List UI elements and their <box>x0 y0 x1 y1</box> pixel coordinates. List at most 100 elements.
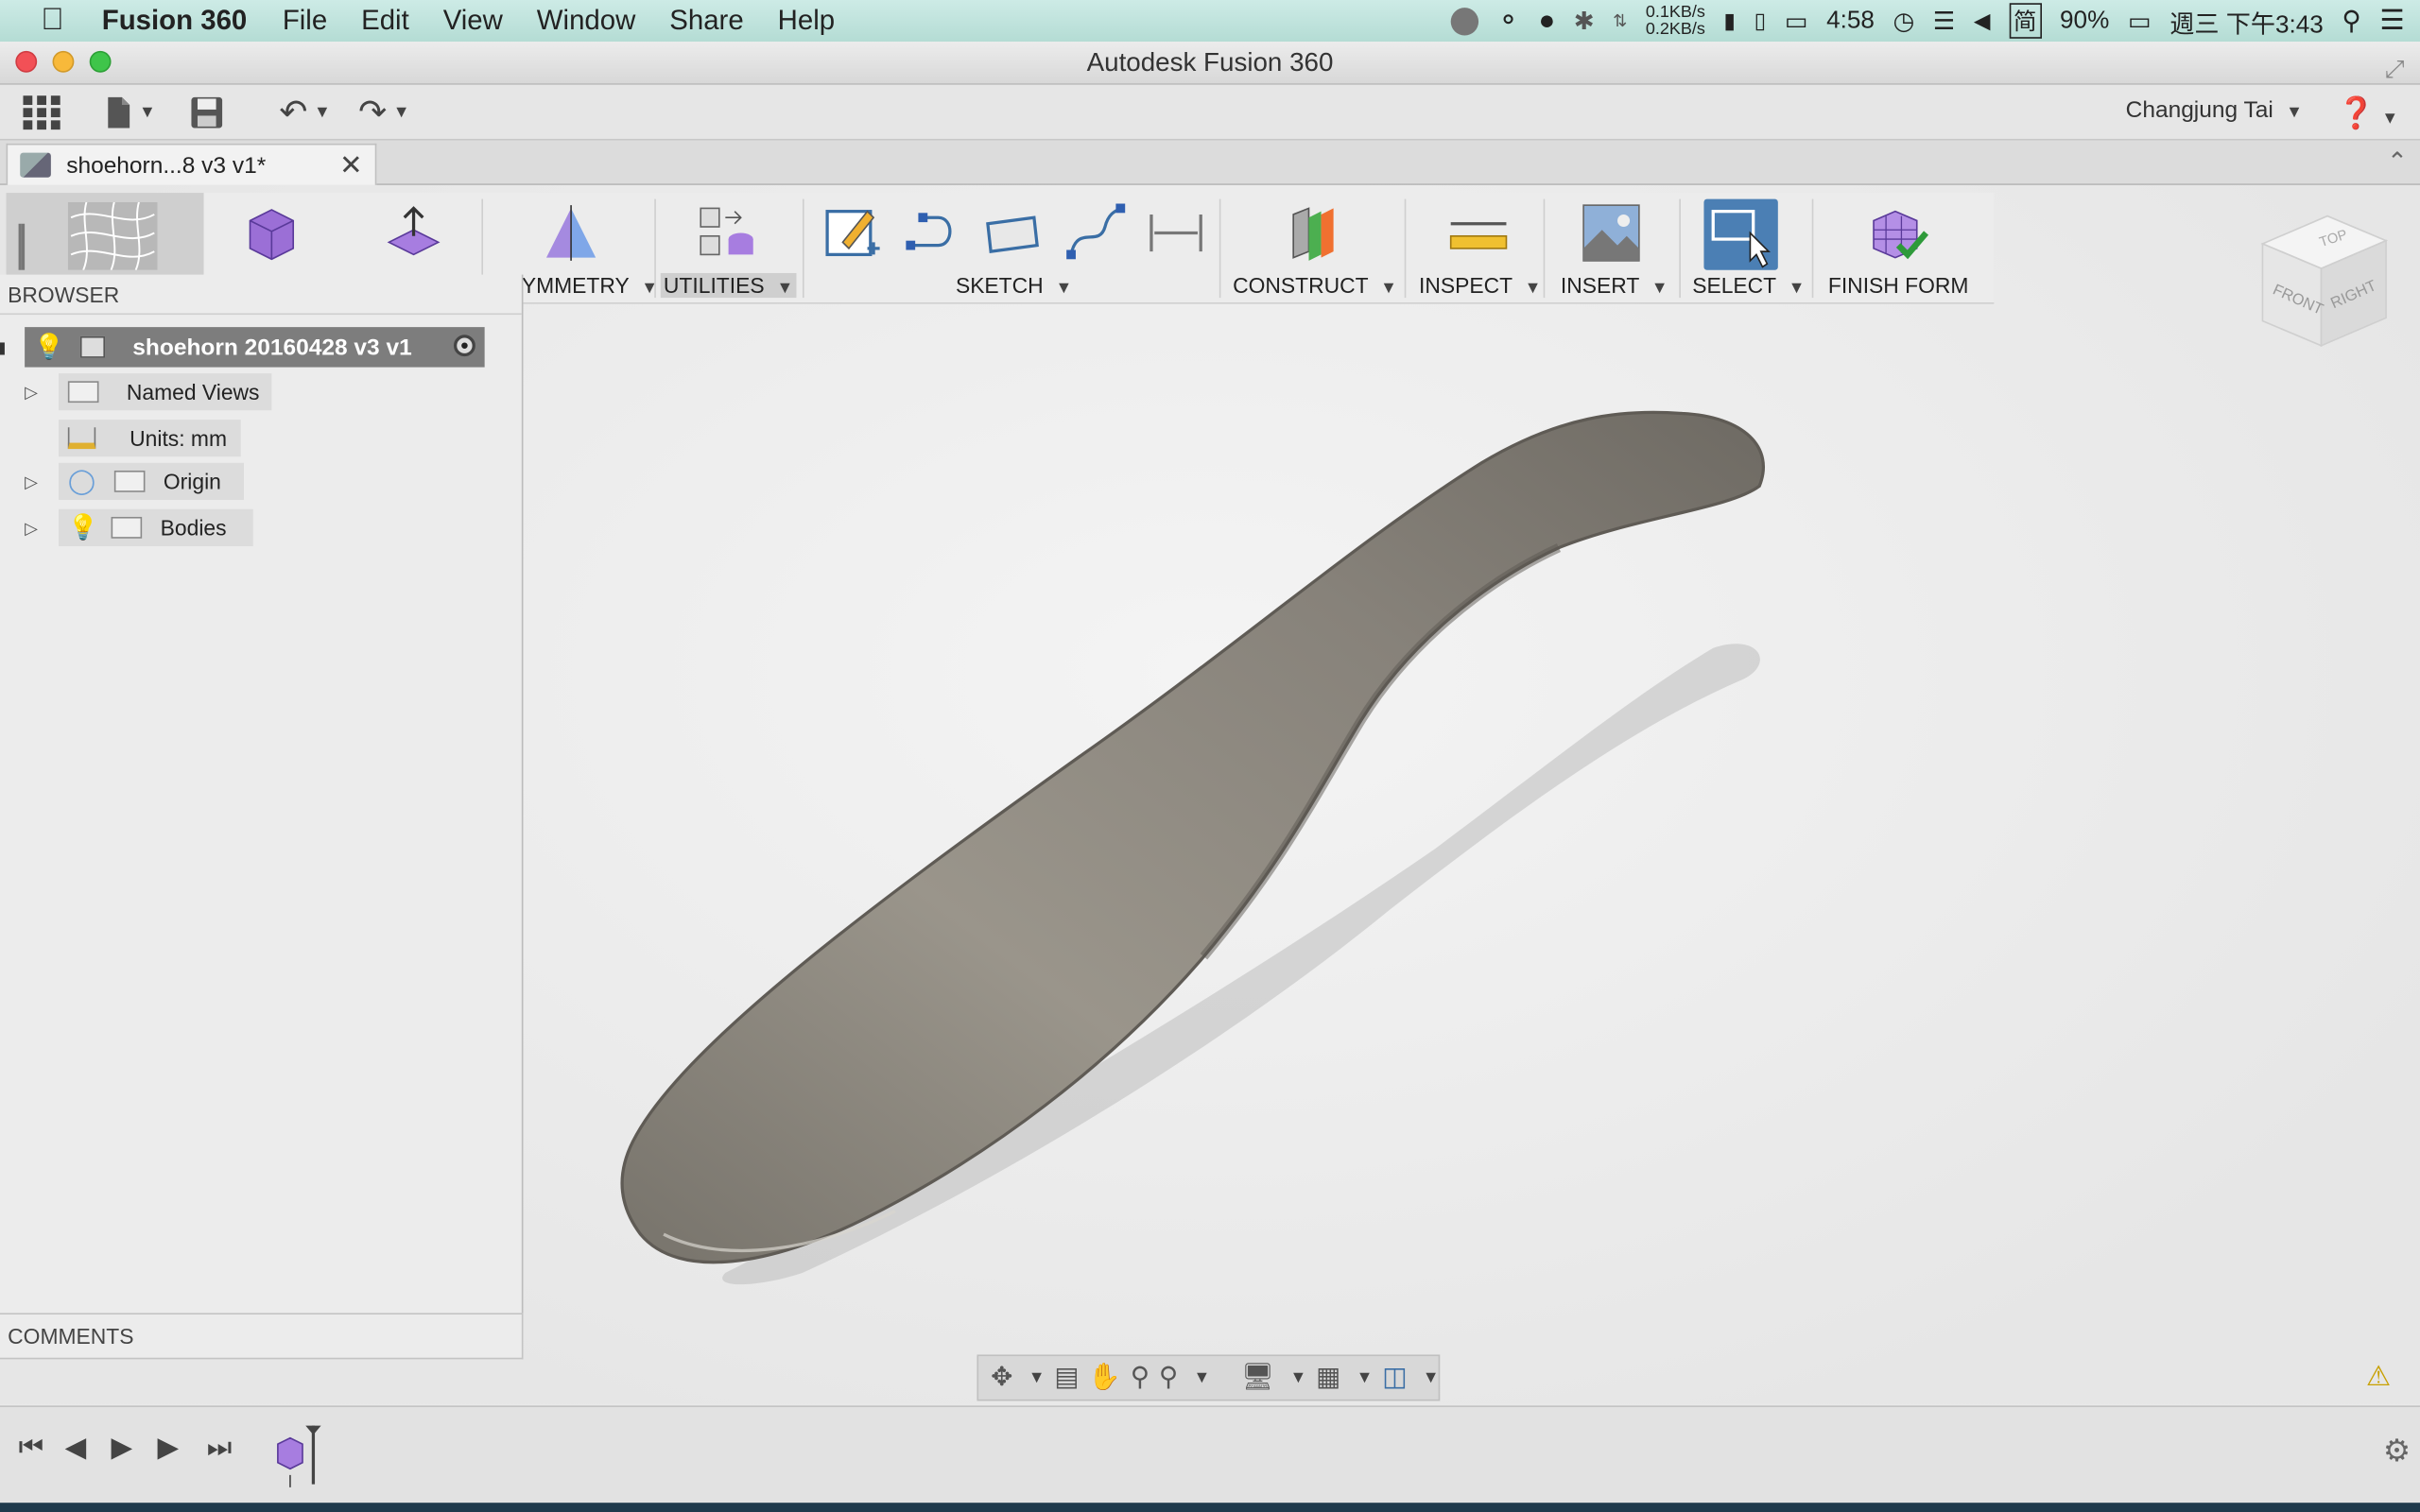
line-icon[interactable] <box>1450 7 1478 35</box>
inspect-group[interactable]: INSPECT ▼ <box>1410 193 1549 304</box>
chevron-up-icon[interactable]: ⌃ <box>2387 146 2408 178</box>
utilities-group[interactable]: UTILITIES ▼ <box>651 193 797 304</box>
chevron-down-icon[interactable]: ▼ <box>1028 1368 1046 1387</box>
minimize-window-button[interactable] <box>52 50 75 73</box>
display-settings-icon[interactable]: 🖥 <box>1241 1363 1274 1394</box>
bluetooth-icon[interactable]: ✱ <box>1574 6 1595 37</box>
comments-panel[interactable]: COMMENTS <box>0 1313 524 1360</box>
save-button[interactable] <box>190 94 224 129</box>
browser-node-units[interactable]: Units: mm <box>59 420 241 457</box>
user-menu[interactable]: Changjung Tai ▼ <box>2126 97 2303 124</box>
ribbon-separator <box>1811 198 1814 299</box>
grid-settings-icon[interactable]: ▦ <box>1316 1363 1340 1394</box>
wifi-icon[interactable]: ☰ <box>1933 6 1955 37</box>
view-cube-icon: TOP FRONT RIGHT <box>2260 215 2389 347</box>
pan-icon[interactable]: ✋ <box>1088 1363 1121 1394</box>
sensor-icon[interactable]: ⇅ <box>1613 10 1627 31</box>
named-views-label: Named Views <box>126 379 260 404</box>
app-menu[interactable]: Fusion 360 <box>102 5 248 37</box>
alfred-icon[interactable]: ● <box>1538 5 1555 37</box>
select-group[interactable]: SELECT ▼ <box>1685 193 1812 304</box>
file-menu-button[interactable]: ▼ <box>105 94 156 129</box>
data-panel-button[interactable] <box>22 94 61 130</box>
viewports-icon[interactable]: ◫ <box>1382 1363 1407 1394</box>
activate-radio-icon[interactable] <box>453 335 475 357</box>
browser-root-node[interactable]: 💡 shoehorn 20160428 v3 v1 <box>25 327 485 368</box>
help-icon: ❓ <box>2337 96 2376 131</box>
go-to-end-icon[interactable]: ⏭ <box>207 1432 232 1464</box>
file-icon <box>108 96 130 128</box>
expand-triangle-icon[interactable]: ▷ <box>25 519 38 539</box>
lightbulb-icon[interactable]: 💡 <box>34 332 65 363</box>
zoom-icon[interactable]: ⚲ <box>1131 1363 1150 1394</box>
symmetry-icon <box>545 205 596 261</box>
construct-label: CONSTRUCT ▼ <box>1233 272 1397 299</box>
look-at-icon[interactable]: ▤ <box>1054 1363 1079 1394</box>
finish-form-label: FINISH FORM <box>1827 272 1969 299</box>
folder-icon <box>67 381 99 404</box>
warning-icon[interactable]: ⚠ <box>2366 1361 2391 1393</box>
create-sketch-icon <box>825 210 880 257</box>
lightbulb-off-icon[interactable]: ◯ <box>68 466 95 497</box>
zoom-window-button[interactable] <box>89 50 112 73</box>
menu-edit[interactable]: Edit <box>361 5 409 37</box>
finish-form-button[interactable]: FINISH FORM <box>1822 193 1976 304</box>
input-method-icon[interactable]: 简 <box>2009 3 2042 39</box>
lightbulb-icon[interactable]: 💡 <box>68 512 99 543</box>
timeline-form-feature[interactable] <box>271 1422 327 1490</box>
apple-icon[interactable]:  <box>22 3 83 39</box>
ribbon-separator <box>1404 198 1407 299</box>
sketch-group[interactable]: SKETCH ▼ <box>812 193 1217 304</box>
chevron-down-icon[interactable]: ▼ <box>1357 1368 1374 1387</box>
chevron-down-icon[interactable]: ▼ <box>1193 1368 1210 1387</box>
redo-button[interactable]: ↷ ▼ <box>358 92 409 131</box>
menu-file[interactable]: File <box>283 5 327 37</box>
creative-cloud-icon[interactable]: ⚬ <box>1496 5 1520 37</box>
menu-share[interactable]: Share <box>669 5 743 37</box>
view-cube[interactable]: TOP FRONT RIGHT <box>2259 213 2389 352</box>
memory-icon[interactable]: ▮ <box>1723 8 1736 34</box>
spotlight-icon[interactable]: ⚲ <box>2342 6 2360 37</box>
step-back-icon[interactable]: ◀ <box>65 1432 92 1464</box>
notification-center-icon[interactable]: ☰ <box>2379 5 2404 37</box>
time-machine-icon[interactable]: ◷ <box>1893 6 1915 37</box>
browser-header[interactable]: BROWSER <box>0 275 522 316</box>
dimension-icon <box>1150 214 1202 252</box>
browser-node-origin[interactable]: ◯ Origin <box>59 462 244 500</box>
chevron-down-icon[interactable]: ▼ <box>1290 1368 1307 1387</box>
symmetry-label: YMMETRY ▼ <box>521 272 658 299</box>
step-forward-icon[interactable]: ▶ <box>158 1432 180 1464</box>
comments-header: COMMENTS <box>8 1323 134 1349</box>
drag-handle-icon[interactable] <box>18 223 26 270</box>
go-to-start-icon[interactable]: ⏮ <box>19 1432 43 1464</box>
menu-window[interactable]: Window <box>537 5 636 37</box>
close-icon[interactable]: ✕ <box>339 149 363 181</box>
help-button[interactable]: ❓ ▼ <box>2337 94 2398 133</box>
battery-level-icon[interactable]: ▭ <box>2128 6 2152 37</box>
zoom-window-icon[interactable]: ⚲ <box>1159 1363 1178 1394</box>
expand-triangle-icon[interactable]: ▷ <box>25 472 38 492</box>
sculpt-workspace-icon <box>67 201 158 270</box>
menubar-clock[interactable]: 週三 下午3:43 <box>2169 2 2324 39</box>
menu-view[interactable]: View <box>443 5 503 37</box>
ribbon-separator <box>802 198 804 299</box>
browser-node-named-views[interactable]: Named Views <box>59 373 272 411</box>
close-window-button[interactable] <box>15 50 38 73</box>
browser-node-bodies[interactable]: 💡 Bodies <box>59 508 253 546</box>
gear-icon[interactable]: ⚙ <box>2383 1432 2411 1470</box>
battery-icon[interactable]: ▭ <box>1785 6 1808 37</box>
insert-group[interactable]: INSERT ▼ <box>1549 193 1679 304</box>
orbit-icon[interactable]: ✥ <box>991 1363 1012 1394</box>
insert-image-icon <box>1582 204 1640 262</box>
save-icon <box>191 96 222 128</box>
construct-group[interactable]: CONSTRUCT ▼ <box>1232 193 1398 304</box>
expand-triangle-icon[interactable]: ▷ <box>25 383 38 404</box>
play-icon[interactable]: ▶ <box>112 1432 133 1464</box>
document-tab[interactable]: shoehorn...8 v3 v1* ✕ <box>6 143 377 185</box>
chevron-down-icon[interactable]: ▼ <box>1423 1368 1440 1387</box>
menu-help[interactable]: Help <box>778 5 835 37</box>
select-button[interactable] <box>1703 198 1778 270</box>
disk-icon[interactable]: ▯ <box>1754 8 1767 34</box>
volume-icon[interactable]: ◀ <box>1974 8 1991 34</box>
undo-button[interactable]: ↶ ▼ <box>279 92 330 131</box>
